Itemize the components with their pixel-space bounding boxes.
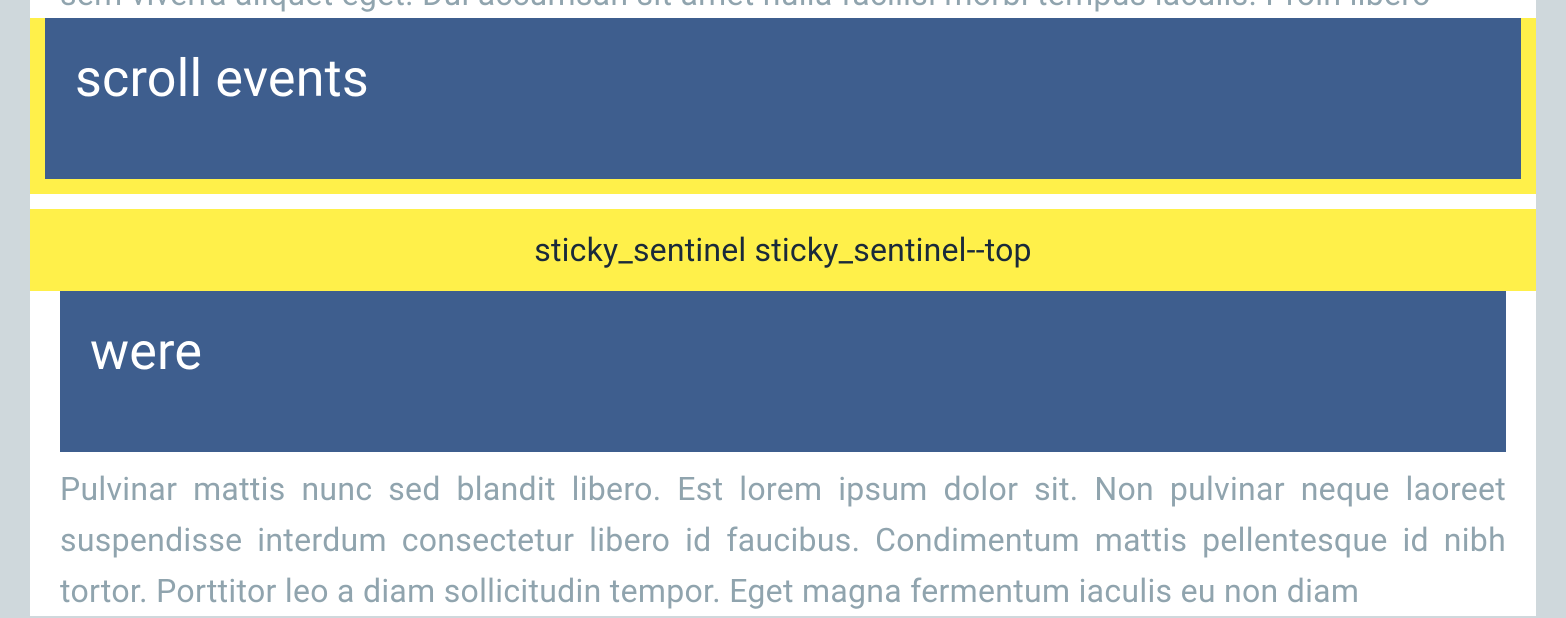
partial-paragraph-text: sem viverra aliquet eget. Dui accumsan s… <box>60 0 1506 16</box>
header-title-1: scroll events <box>75 48 1491 109</box>
sticky-header-1: scroll events <box>45 18 1521 179</box>
sentinel-label: sticky_sentinel sticky_sentinel--top <box>534 231 1031 269</box>
header-title-2: were <box>90 321 1476 382</box>
sticky-sentinel-top: sticky_sentinel sticky_sentinel--top <box>30 209 1536 291</box>
page-container: sem viverra aliquet eget. Dui accumsan s… <box>30 0 1536 616</box>
sticky-header-2: were <box>60 291 1506 452</box>
body-paragraph: Pulvinar mattis nunc sed blandit libero.… <box>30 452 1536 618</box>
highlight-wrapper-1: scroll events <box>30 18 1536 194</box>
partial-paragraph-top: sem viverra aliquet eget. Dui accumsan s… <box>30 0 1536 18</box>
